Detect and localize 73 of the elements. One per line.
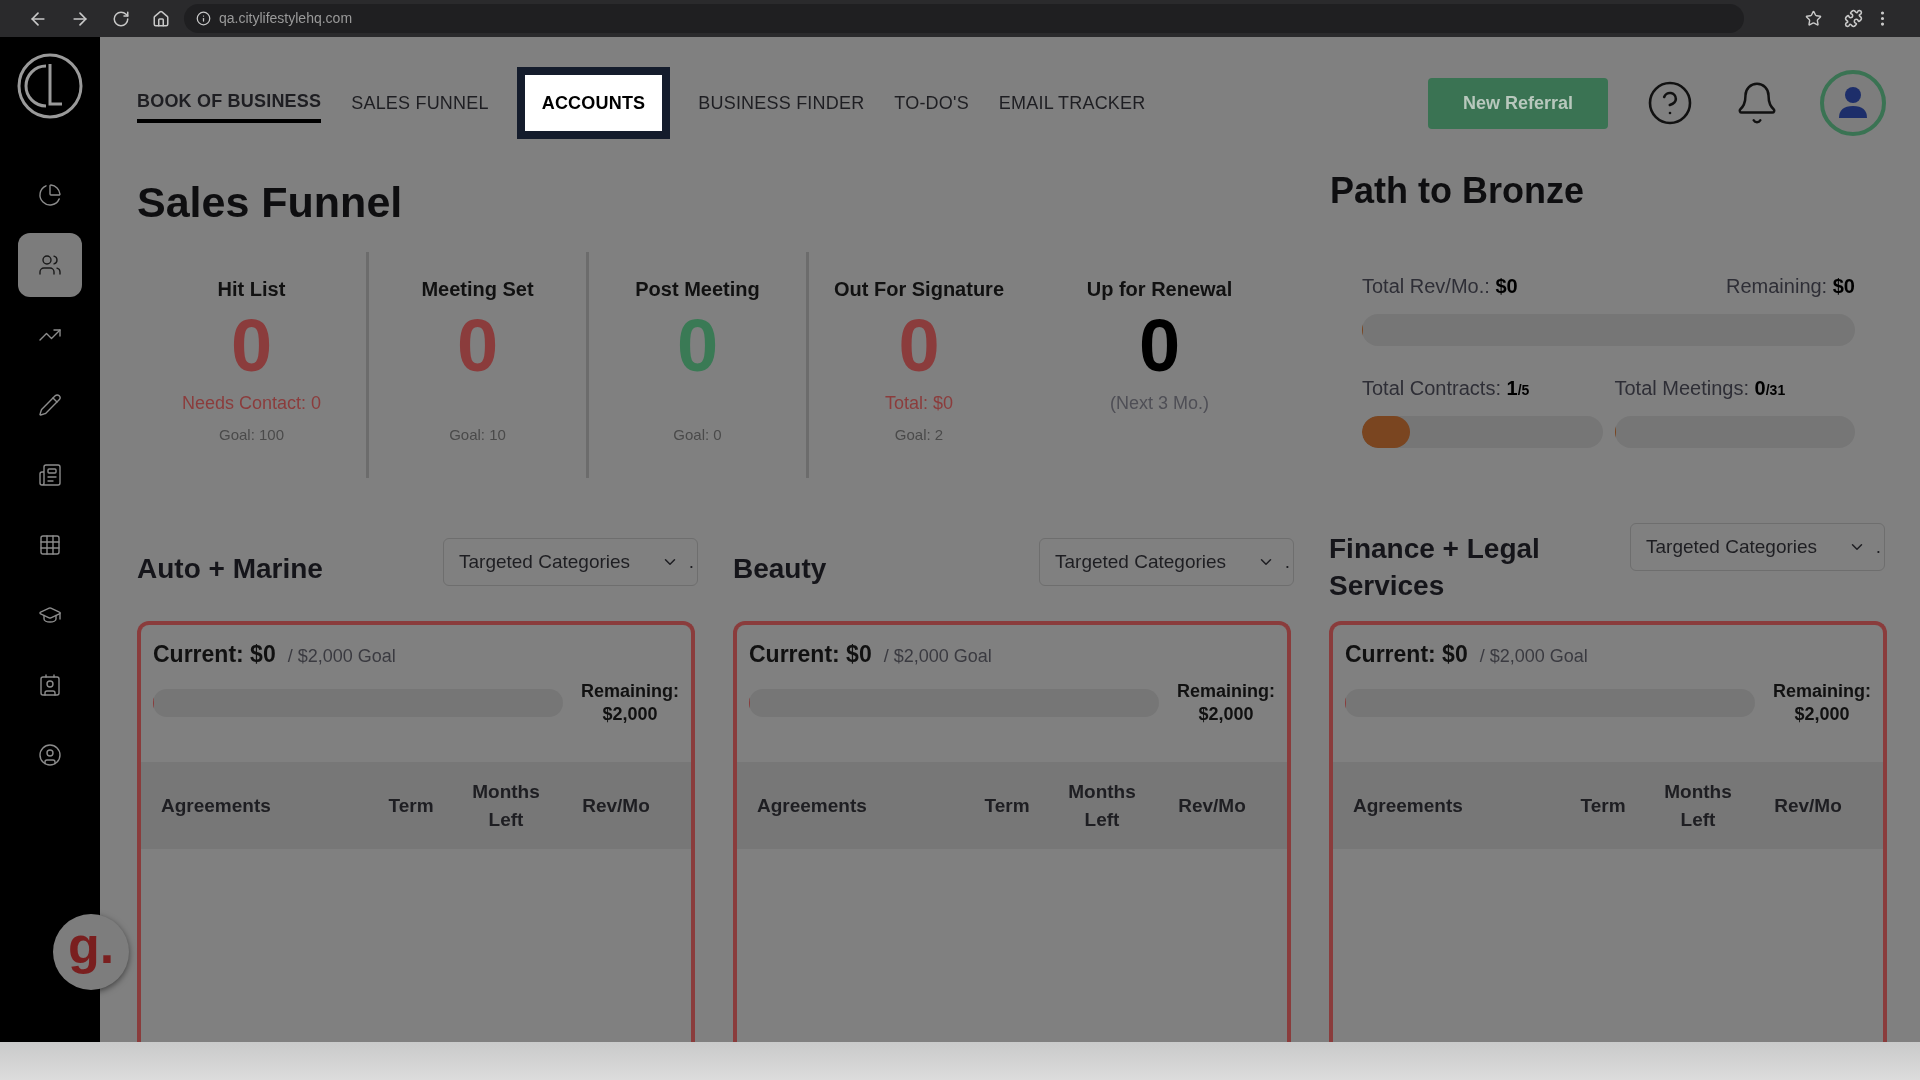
address-bar[interactable]: qa.citylifestylehq.com	[184, 4, 1744, 33]
remaining-amount: $2,000	[1794, 702, 1850, 726]
remaining-label: Remaining: $0	[1726, 274, 1855, 299]
current-amount: Current: $0	[1345, 640, 1468, 669]
stage-label: Hit List	[217, 277, 286, 302]
goal-amount: / $2,000 Goal	[1479, 645, 1588, 668]
newspaper-icon	[38, 463, 62, 487]
stage-count: 0	[456, 306, 499, 386]
extensions-icon[interactable]	[1844, 9, 1863, 28]
column-header: Rev/Mo	[1177, 793, 1247, 818]
current-amount: Current: $0	[153, 640, 276, 669]
column-header: Term	[983, 793, 1031, 818]
new-referral-button[interactable]: New Referral	[1428, 77, 1608, 129]
reload-icon[interactable]	[112, 9, 130, 28]
category-dropdown[interactable]: Targeted Categories .	[1039, 538, 1294, 586]
pie-chart-icon	[38, 183, 62, 207]
remaining-label: Remaining:	[581, 679, 679, 703]
category-dropdown[interactable]: Targeted Categories .	[1630, 523, 1885, 571]
column-header: Months Left	[1663, 779, 1733, 832]
grid-icon	[38, 533, 62, 557]
stage-count: 0	[230, 306, 273, 386]
pencil-icon	[38, 393, 62, 417]
home-icon[interactable]	[152, 9, 170, 28]
category-title: Auto + Marine	[137, 552, 324, 586]
stage-label: Out For Signature	[834, 277, 1004, 302]
goal-amount: / $2,000 Goal	[883, 645, 992, 668]
bookmark-icon[interactable]	[1805, 10, 1822, 27]
section-title: Sales Funnel	[137, 181, 404, 224]
section-title: Path to Bronze	[1330, 173, 1585, 209]
category-title: Beauty	[733, 552, 828, 586]
contact-book-icon	[38, 673, 62, 697]
stage-note: Needs Contact: 0	[181, 391, 322, 415]
column-header: Agreements	[757, 793, 868, 818]
stage-count: 0	[676, 306, 719, 386]
column-header: Agreements	[161, 793, 272, 818]
current-amount: Current: $0	[749, 640, 872, 669]
category-dropdown[interactable]: Targeted Categories .	[443, 538, 698, 586]
column-header: Rev/Mo	[581, 793, 651, 818]
sidebar-item[interactable]	[18, 233, 82, 297]
nav-tab[interactable]: BOOK OF BUSINESS	[137, 83, 322, 123]
people-icon	[38, 253, 62, 277]
remaining-amount: $2,000	[602, 702, 658, 726]
column-header: Agreements	[1353, 793, 1464, 818]
column-header: Term	[1579, 793, 1627, 818]
stage-label: Up for Renewal	[1086, 277, 1233, 302]
remaining-label: Remaining:	[1177, 679, 1275, 703]
nav-tab[interactable]: BUSINESS FINDER	[698, 83, 865, 123]
progress-label: Total Meetings: 0/31	[1614, 377, 1786, 399]
nav-tab[interactable]: SALES FUNNEL	[351, 83, 489, 123]
user-circle-icon	[38, 743, 62, 767]
site-info-icon[interactable]	[196, 11, 211, 26]
revenue-label: Total Rev/Mo.: $0	[1362, 274, 1518, 299]
stage-count: 0	[898, 306, 940, 386]
column-header: Term	[387, 793, 435, 818]
column-header: Months Left	[1067, 779, 1137, 832]
help-icon[interactable]	[1646, 79, 1694, 127]
stage-label: Post Meeting	[635, 277, 760, 302]
column-header: Months Left	[471, 779, 541, 832]
goal-amount: / $2,000 Goal	[287, 645, 396, 668]
stage-count: 0	[1138, 306, 1181, 386]
progress-label: Total Contracts: 1/5	[1362, 377, 1530, 399]
nav-tab[interactable]: EMAIL TRACKER	[998, 83, 1146, 123]
category-title: Finance + Legal Services	[1329, 532, 1541, 603]
avatar[interactable]	[1820, 70, 1886, 136]
column-header: Rev/Mo	[1773, 793, 1843, 818]
nav-tab[interactable]: ACCOUNTS	[516, 67, 671, 139]
chat-widget-button[interactable]: g.	[53, 914, 129, 990]
nav-tab[interactable]: TO-DO'S	[894, 83, 969, 123]
logo	[16, 52, 84, 120]
remaining-amount: $2,000	[1198, 702, 1254, 726]
remaining-label: Remaining:	[1773, 679, 1871, 703]
stage-label: Meeting Set	[421, 277, 534, 302]
stage-note: Total: $0	[884, 391, 953, 415]
